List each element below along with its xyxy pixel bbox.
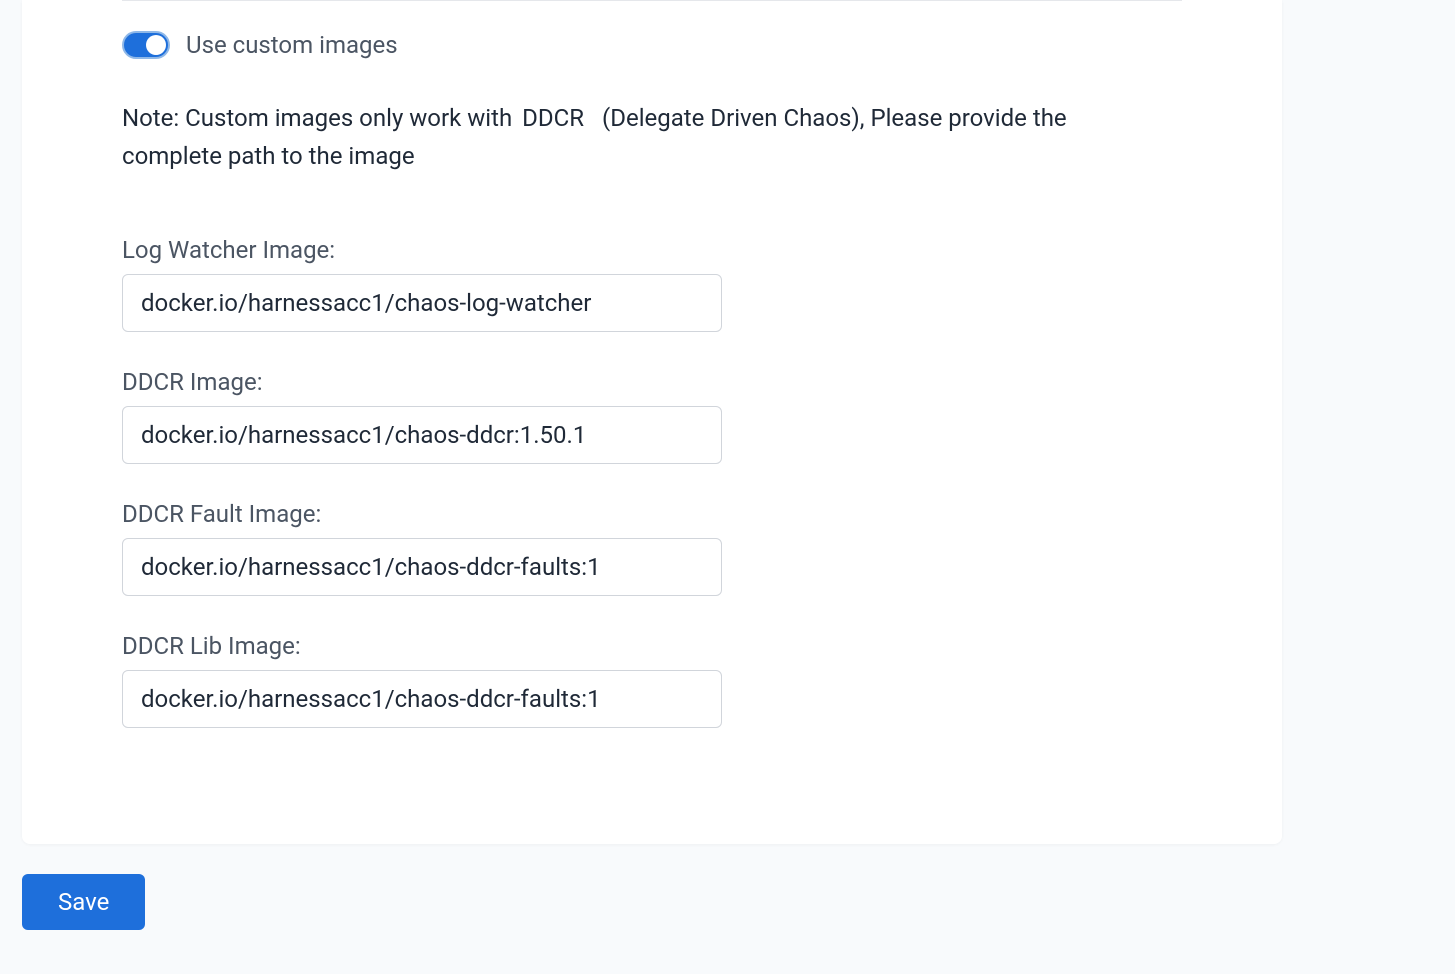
ddcr-fault-input[interactable]: [122, 538, 722, 596]
toggle-knob: [146, 35, 166, 55]
ddcr-fault-label: DDCR Fault Image:: [122, 500, 1182, 528]
note-prefix: Note: Custom images only work with: [122, 104, 518, 132]
use-custom-images-row: Use custom images: [122, 31, 1182, 59]
use-custom-images-label: Use custom images: [186, 31, 398, 59]
ddcr-input[interactable]: [122, 406, 722, 464]
card-content: Use custom images Note: Custom images on…: [22, 1, 1282, 728]
log-watcher-input[interactable]: [122, 274, 722, 332]
ddcr-lib-label: DDCR Lib Image:: [122, 632, 1182, 660]
ddcr-badge: DDCR: [520, 99, 590, 137]
save-button[interactable]: Save: [22, 874, 145, 930]
button-area: Save: [0, 844, 1455, 930]
ddcr-label: DDCR Image:: [122, 368, 1182, 396]
ddcr-fault-field-group: DDCR Fault Image:: [122, 500, 1182, 596]
log-watcher-field-group: Log Watcher Image:: [122, 236, 1182, 332]
ddcr-field-group: DDCR Image:: [122, 368, 1182, 464]
ddcr-lib-field-group: DDCR Lib Image:: [122, 632, 1182, 728]
ddcr-lib-input[interactable]: [122, 670, 722, 728]
settings-page: Use custom images Note: Custom images on…: [0, 0, 1455, 930]
note-text: Note: Custom images only work with DDCR …: [122, 99, 1172, 176]
use-custom-images-toggle[interactable]: [122, 31, 170, 59]
log-watcher-label: Log Watcher Image:: [122, 236, 1182, 264]
custom-images-card: Use custom images Note: Custom images on…: [22, 0, 1282, 844]
